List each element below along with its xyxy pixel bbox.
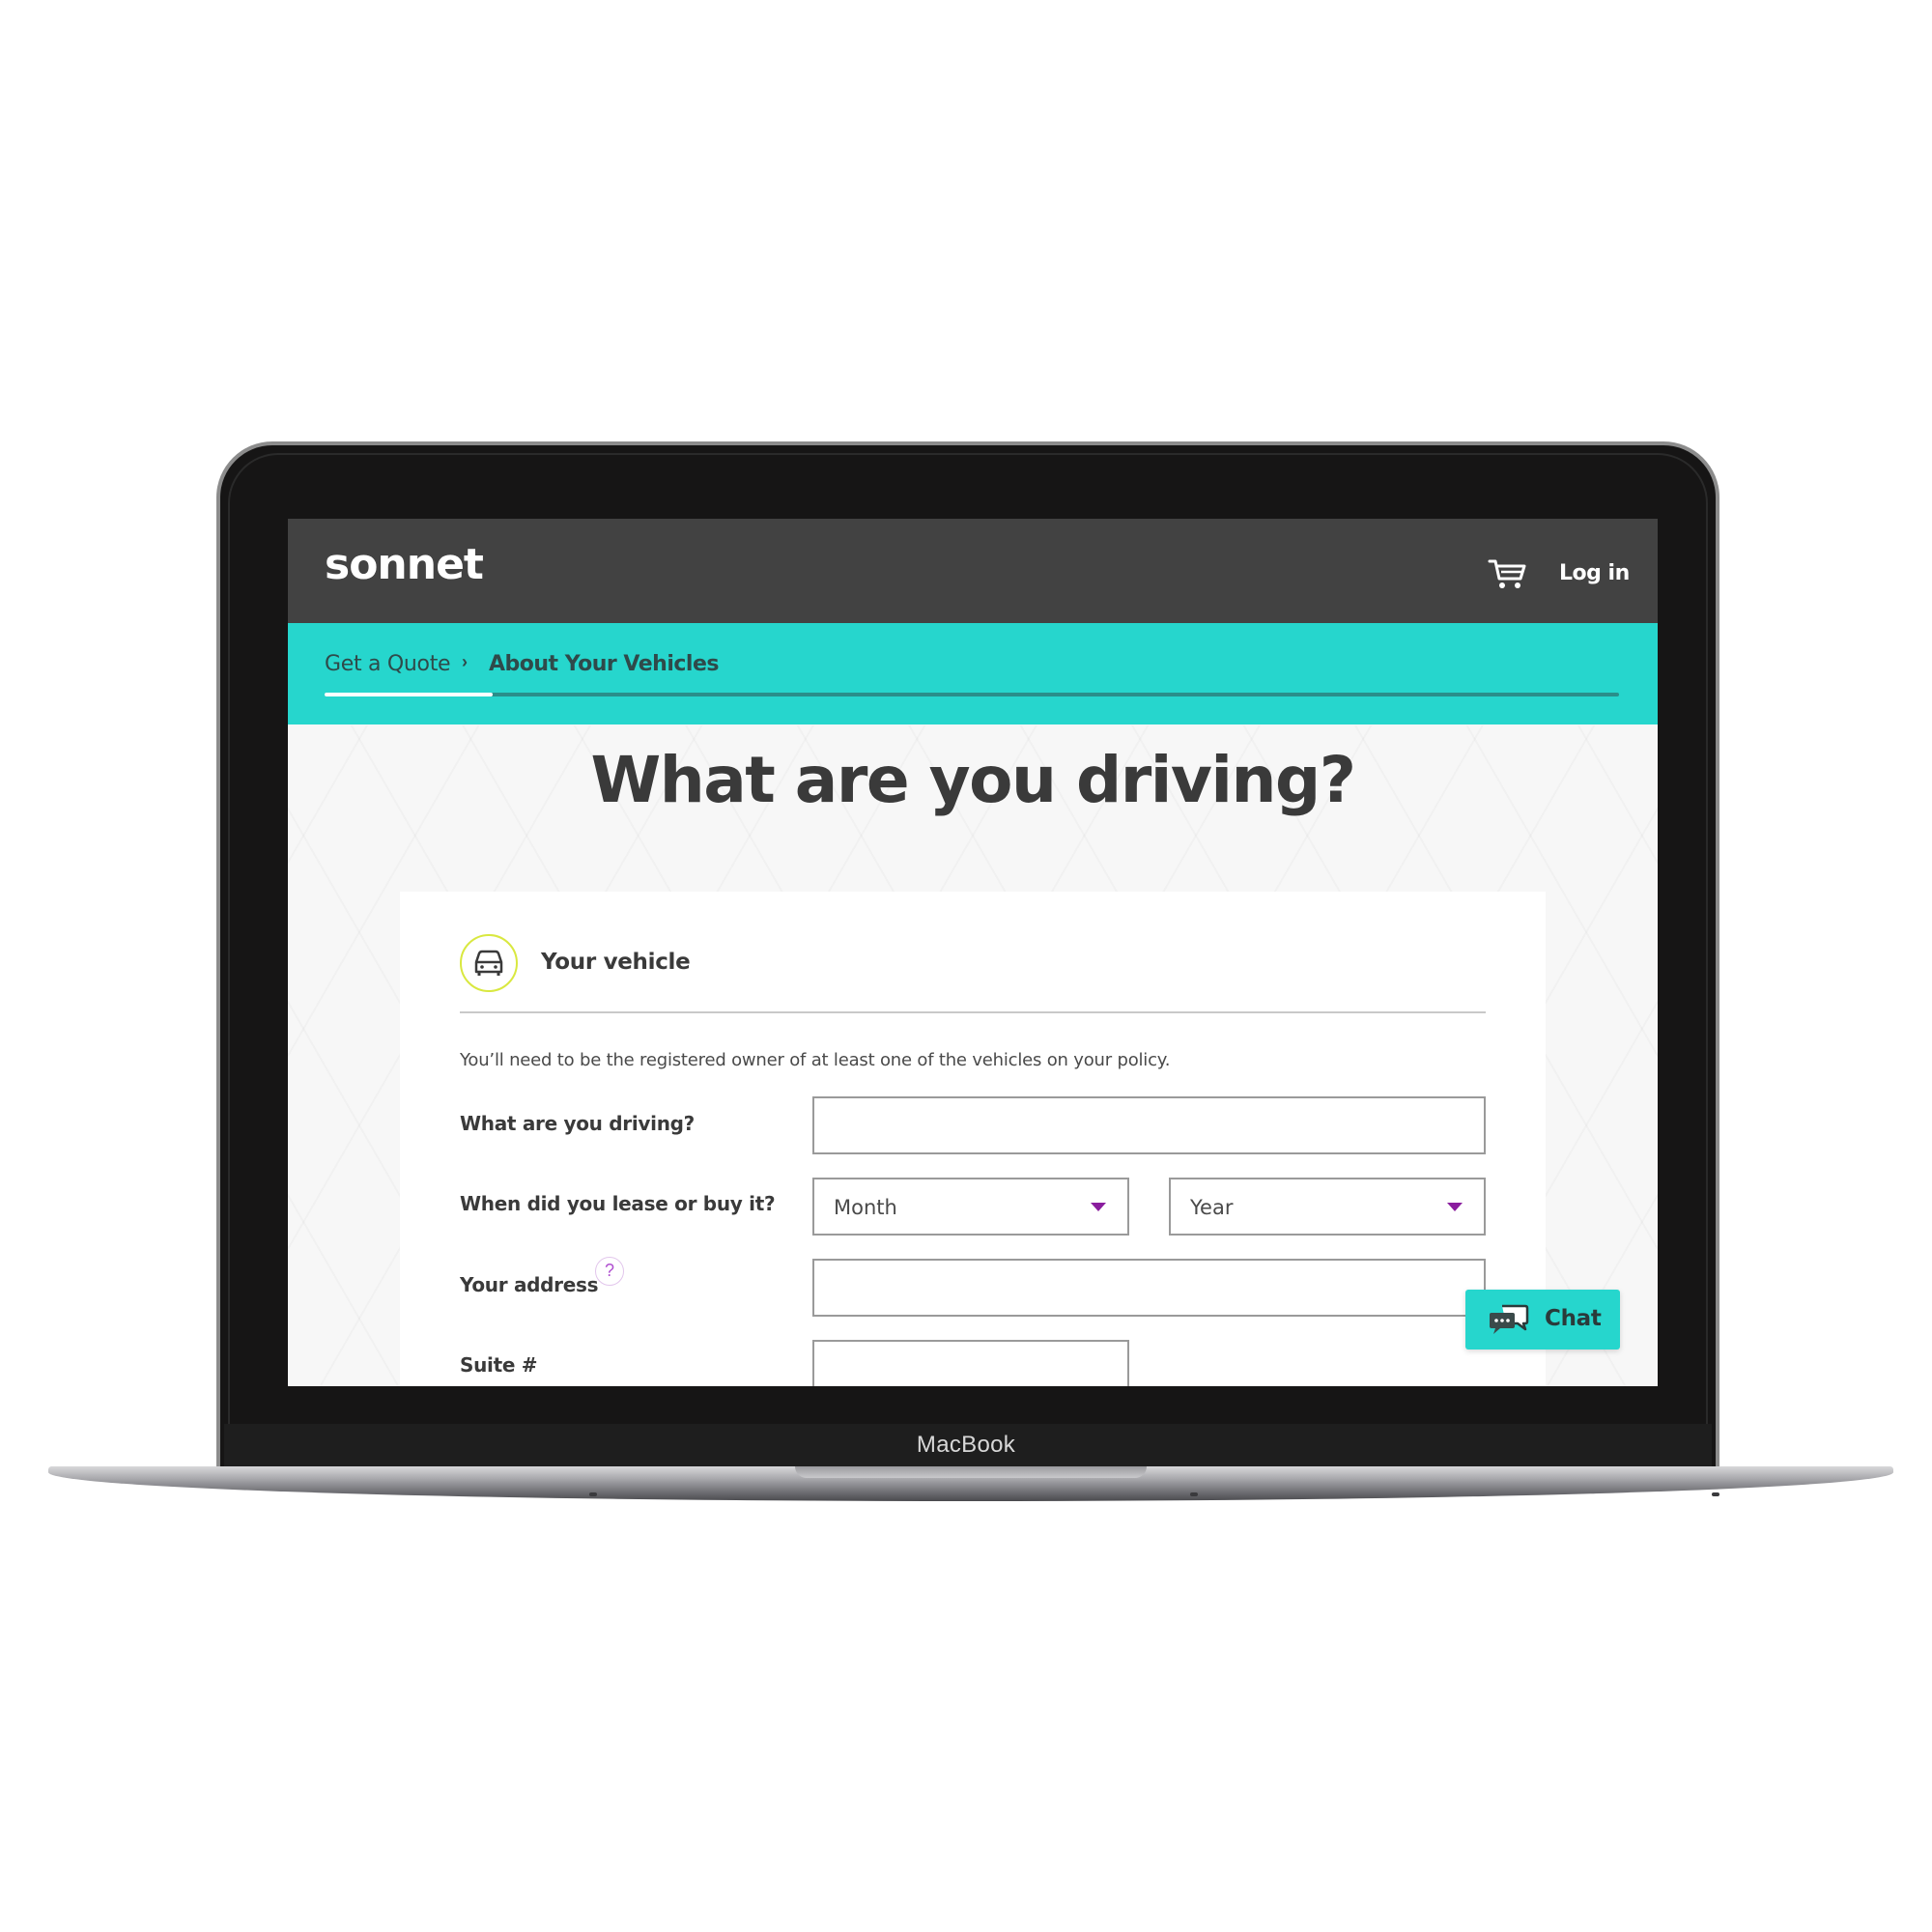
breadcrumb-bar: Get a Quote › About Your Vehicles: [288, 623, 1658, 724]
top-navigation-bar: sonnet Log in: [288, 519, 1658, 623]
address-input[interactable]: [814, 1261, 1484, 1315]
quote-progress-bar: [325, 693, 1619, 696]
device-label: MacBook: [916, 1432, 1016, 1458]
address-input-wrapper: [812, 1259, 1486, 1317]
vehicle-input-wrapper: [812, 1096, 1486, 1154]
sonnet-logo[interactable]: sonnet: [325, 540, 484, 589]
suite-label: Suite #: [460, 1353, 538, 1377]
ownership-note: You’ll need to be the registered owner o…: [460, 1050, 1171, 1070]
section-title: Your vehicle: [541, 950, 691, 975]
help-icon[interactable]: ?: [595, 1257, 624, 1286]
chevron-right-icon: ›: [462, 652, 468, 671]
base-foot: [589, 1492, 597, 1496]
car-icon-glyph: [474, 950, 503, 976]
section-divider: [460, 1011, 1486, 1013]
base-foot: [1190, 1492, 1198, 1496]
address-label: Your address: [460, 1273, 599, 1296]
vehicle-input[interactable]: [814, 1098, 1484, 1152]
car-icon: [460, 934, 518, 992]
login-link[interactable]: Log in: [1559, 561, 1630, 585]
vehicle-label: What are you driving?: [460, 1112, 695, 1135]
suite-input-wrapper: [812, 1340, 1129, 1386]
vehicle-form-card: Your vehicle You’ll need to be the regis…: [400, 892, 1546, 1386]
purchase-date-label: When did you lease or buy it?: [460, 1192, 776, 1215]
page-title: What are you driving?: [590, 743, 1356, 817]
suite-input[interactable]: [814, 1342, 1127, 1386]
chevron-down-icon: [1091, 1203, 1106, 1211]
year-select[interactable]: Year: [1169, 1178, 1486, 1236]
browser-screen: sonnet Log in Get a Quote › About Your V…: [288, 519, 1658, 1386]
chat-label: Chat: [1545, 1306, 1602, 1331]
quote-progress-fill: [325, 693, 494, 696]
month-select[interactable]: Month: [812, 1178, 1129, 1236]
breadcrumb-get-a-quote[interactable]: Get a Quote: [325, 652, 451, 676]
chat-button[interactable]: Chat: [1465, 1290, 1620, 1350]
breadcrumb-about-your-vehicles: About Your Vehicles: [489, 652, 719, 676]
month-select-value: Month: [834, 1196, 897, 1219]
chat-bubbles-icon: [1490, 1304, 1529, 1334]
laptop-base-notch: [795, 1466, 1147, 1478]
cart-icon[interactable]: [1488, 557, 1528, 590]
year-select-value: Year: [1190, 1196, 1234, 1219]
chevron-down-icon: [1447, 1203, 1463, 1211]
base-foot: [1712, 1492, 1719, 1496]
